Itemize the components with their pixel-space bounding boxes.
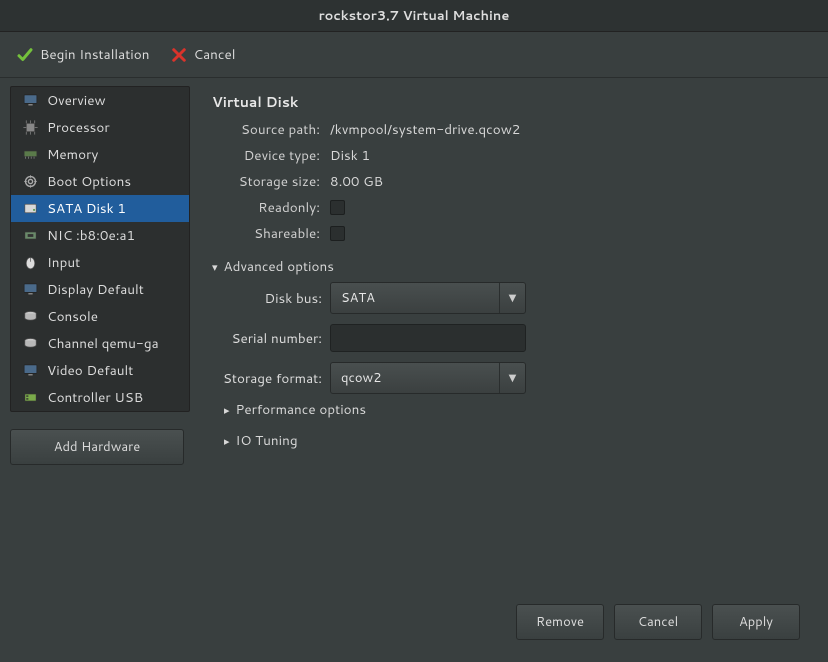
sidebar-item-sata-disk-1[interactable]: SATA Disk 1 <box>11 195 189 222</box>
sidebar-item-channel[interactable]: Channel qemu-ga <box>11 330 189 357</box>
source-path-value: /kvmpool/system-drive.qcow2 <box>330 120 810 139</box>
sidebar-item-label: Video Default <box>47 361 133 380</box>
performance-options-expander[interactable]: Performance options <box>224 400 810 419</box>
sidebar-item-label: Display Default <box>47 280 144 299</box>
begin-installation-label: Begin Installation <box>40 45 150 64</box>
storage-format-select[interactable]: qcow2 ▼ <box>330 362 526 394</box>
console-icon <box>21 308 39 326</box>
shareable-label: Shareable: <box>212 224 322 243</box>
chevron-down-icon: ▼ <box>499 363 525 393</box>
boot-icon <box>21 173 39 191</box>
io-tuning-label: IO Tuning <box>236 431 298 450</box>
readonly-checkbox[interactable] <box>330 200 345 215</box>
sidebar: Overview Processor Memory Boot Options <box>10 86 190 412</box>
check-icon <box>16 46 34 64</box>
sidebar-item-video-default[interactable]: Video Default <box>11 357 189 384</box>
disk-bus-label: Disk bus: <box>212 289 322 308</box>
source-path-label: Source path: <box>212 120 322 139</box>
video-icon <box>21 362 39 380</box>
mouse-icon <box>21 254 39 272</box>
advanced-options-expander[interactable]: Advanced options <box>212 257 810 276</box>
serial-number-input[interactable] <box>330 324 526 352</box>
cpu-icon <box>21 119 39 137</box>
monitor-icon <box>21 92 39 110</box>
sidebar-item-controller-usb[interactable]: Controller USB <box>11 384 189 411</box>
advanced-form: Disk bus: SATA ▼ Serial number: Storage … <box>212 282 810 394</box>
storage-size-label: Storage size: <box>212 172 322 191</box>
footer: Remove Cancel Apply <box>212 594 810 652</box>
memory-icon <box>21 146 39 164</box>
disk-bus-select[interactable]: SATA ▼ <box>330 282 526 314</box>
remove-button[interactable]: Remove <box>516 604 604 640</box>
x-icon <box>170 46 188 64</box>
apply-button[interactable]: Apply <box>712 604 800 640</box>
sidebar-item-label: Channel qemu-ga <box>47 334 159 353</box>
advanced-options-label: Advanced options <box>224 257 334 276</box>
device-type-label: Device type: <box>212 146 322 165</box>
device-type-value: Disk 1 <box>330 146 810 165</box>
sidebar-item-label: NIC :b8:0e:a1 <box>47 226 135 245</box>
content: Overview Processor Memory Boot Options <box>0 78 828 662</box>
storage-format-value: qcow2 <box>331 363 499 393</box>
sidebar-item-console[interactable]: Console <box>11 303 189 330</box>
sidebar-item-label: Overview <box>47 91 106 110</box>
footer-cancel-button[interactable]: Cancel <box>614 604 702 640</box>
add-hardware-button[interactable]: Add Hardware <box>10 429 184 465</box>
window-title: rockstor3.7 Virtual Machine <box>319 7 510 25</box>
sidebar-item-input[interactable]: Input <box>11 249 189 276</box>
storage-format-label: Storage format: <box>212 369 322 388</box>
sidebar-item-label: Controller USB <box>47 388 143 407</box>
usb-icon <box>21 389 39 407</box>
cancel-label: Cancel <box>194 45 236 64</box>
panel-heading: Virtual Disk <box>212 92 810 112</box>
sidebar-item-label: Boot Options <box>47 172 131 191</box>
storage-size-value: 8.00 GB <box>330 172 810 191</box>
main-panel: Virtual Disk Source path: /kvmpool/syste… <box>194 78 828 662</box>
performance-options-label: Performance options <box>236 400 367 419</box>
sidebar-item-processor[interactable]: Processor <box>11 114 189 141</box>
io-tuning-expander[interactable]: IO Tuning <box>224 431 810 450</box>
sidebar-item-display-default[interactable]: Display Default <box>11 276 189 303</box>
shareable-checkbox[interactable] <box>330 226 345 241</box>
sidebar-item-label: Input <box>47 253 80 272</box>
channel-icon <box>21 335 39 353</box>
sidebar-item-label: SATA Disk 1 <box>47 199 126 218</box>
sidebar-item-memory[interactable]: Memory <box>11 141 189 168</box>
display-icon <box>21 281 39 299</box>
readonly-label: Readonly: <box>212 198 322 217</box>
disk-icon <box>21 200 39 218</box>
sidebar-list: Overview Processor Memory Boot Options <box>11 87 189 411</box>
window: rockstor3.7 Virtual Machine Begin Instal… <box>0 0 828 662</box>
titlebar: rockstor3.7 Virtual Machine <box>0 0 828 32</box>
sidebar-item-label: Memory <box>47 145 98 164</box>
sidebar-item-overview[interactable]: Overview <box>11 87 189 114</box>
cancel-button[interactable]: Cancel <box>170 45 236 64</box>
disk-bus-value: SATA <box>331 283 499 313</box>
chevron-down-icon: ▼ <box>499 283 525 313</box>
begin-installation-button[interactable]: Begin Installation <box>16 45 150 64</box>
sidebar-item-label: Processor <box>47 118 110 137</box>
disk-form: Source path: /kvmpool/system-drive.qcow2… <box>212 120 810 243</box>
sidebar-item-boot-options[interactable]: Boot Options <box>11 168 189 195</box>
toolbar: Begin Installation Cancel <box>0 32 828 78</box>
sidebar-item-nic[interactable]: NIC :b8:0e:a1 <box>11 222 189 249</box>
nic-icon <box>21 227 39 245</box>
serial-number-label: Serial number: <box>212 329 322 348</box>
sidebar-item-label: Console <box>47 307 98 326</box>
